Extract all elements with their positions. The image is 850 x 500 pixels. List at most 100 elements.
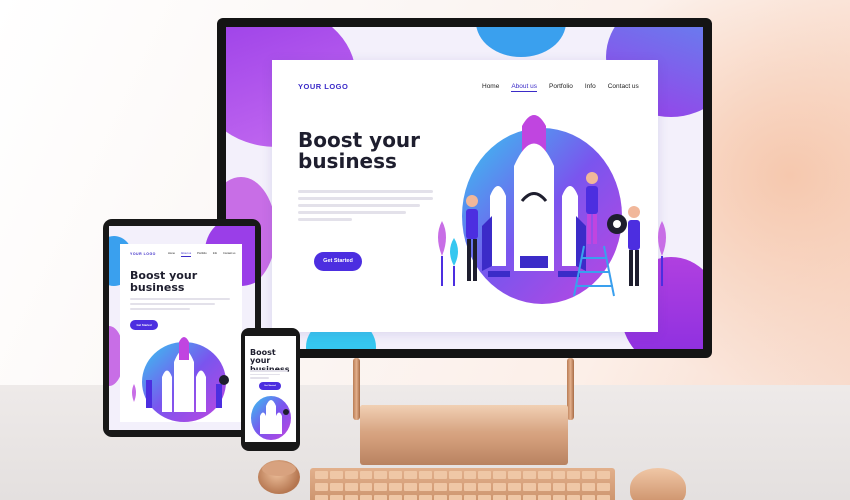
tablet-hero-line-1: Boost your [130, 269, 198, 282]
keyboard-key [522, 471, 536, 479]
tablet-hero-line-2: business [130, 280, 185, 294]
keyboard-key [329, 495, 343, 500]
site-nav: Home About us Portfolio Info Contact us [482, 83, 639, 92]
keyboard-key [463, 483, 477, 491]
tablet-logo[interactable]: YOUR LOGO [130, 252, 156, 256]
keyboard-key [315, 471, 328, 479]
phone-hero-line-1: Boost your [250, 348, 276, 366]
desktop-monitor: YOUR LOGO Home About us Portfolio Info C… [217, 18, 712, 358]
tablet-landing-page: YOUR LOGO Home About us Portfolio Info C… [120, 244, 242, 422]
keyboard-key [478, 495, 492, 500]
keyboard-key [493, 471, 507, 479]
phone-rocket-illustration [251, 396, 291, 440]
keyboard-key [433, 495, 447, 500]
keyboard-key [359, 483, 373, 491]
hero-headline: Boost your business [298, 130, 420, 172]
stand-arm-right [567, 358, 574, 420]
monitor-base [360, 405, 568, 465]
keyboard-key [567, 483, 581, 491]
keyboard-key [418, 471, 432, 479]
keyboard-key [478, 483, 492, 491]
nav-portfolio[interactable]: Portfolio [549, 83, 573, 92]
mouse [630, 468, 686, 500]
phone-paragraph [250, 370, 288, 383]
tablet-screen: YOUR LOGO Home About us Portfolio Info C… [109, 226, 255, 430]
keyboard-key [389, 471, 403, 479]
keyboard-key [344, 471, 358, 479]
keyboard-key [567, 471, 581, 479]
nav-info[interactable]: Info [585, 83, 596, 92]
keyboard-key [552, 471, 566, 479]
keyboard-key [552, 483, 566, 491]
keyboard-key [374, 495, 388, 500]
bg-blob-blue [476, 27, 566, 57]
keyboard-key [508, 471, 521, 479]
keyboard-key [582, 483, 596, 491]
keyboard-key [418, 495, 432, 500]
phone-device: Boost your business Get Started [241, 328, 300, 451]
get-started-button[interactable]: Get Started [314, 252, 362, 271]
keyboard [310, 468, 615, 500]
site-logo[interactable]: YOUR LOGO [298, 82, 348, 91]
keyboard-key [597, 483, 610, 491]
keyboard-key [448, 471, 462, 479]
keyboard-key [359, 495, 373, 500]
keyboard-key [389, 495, 403, 500]
tablet-paragraph [130, 298, 230, 314]
keyboard-key [329, 483, 343, 491]
tablet-nav-home[interactable]: Home [168, 252, 175, 257]
tablet-hero-headline: Boost your business [130, 270, 197, 293]
keyboard-key [522, 495, 536, 500]
tablet-nav-portfolio[interactable]: Portfolio [197, 252, 207, 257]
keyboard-key [374, 483, 388, 491]
keyboard-key [463, 471, 477, 479]
nav-about-us[interactable]: About us [511, 83, 538, 92]
rocket-illustration [438, 115, 666, 304]
surface-dial [258, 460, 300, 494]
keyboard-key [404, 495, 417, 500]
keyboard-key [508, 495, 521, 500]
tablet-nav-info[interactable]: Info [213, 252, 217, 257]
tablet-rocket-illustration [132, 337, 229, 422]
keyboard-key [582, 495, 596, 500]
tablet-get-started-button[interactable]: Get Started [130, 320, 158, 330]
keyboard-key [522, 483, 536, 491]
stand-arm-left [353, 358, 360, 420]
tablet-device: YOUR LOGO Home About us Portfolio Info C… [103, 219, 261, 437]
keyboard-key [389, 483, 403, 491]
keyboard-key [374, 471, 388, 479]
keyboard-key [597, 471, 610, 479]
keyboard-key [537, 471, 551, 479]
keyboard-key [493, 483, 507, 491]
keyboard-key [537, 495, 551, 500]
keyboard-key [329, 471, 343, 479]
keyboard-key [567, 495, 581, 500]
nav-home[interactable]: Home [482, 83, 499, 92]
nav-contact-us[interactable]: Contact us [608, 83, 639, 92]
keyboard-key [597, 495, 610, 500]
keyboard-key [433, 483, 447, 491]
keyboard-key [448, 483, 462, 491]
person-right [628, 206, 640, 286]
keyboard-key [478, 471, 492, 479]
keyboard-key [344, 495, 358, 500]
keyboard-key [508, 483, 521, 491]
keyboard-key [463, 495, 477, 500]
keyboard-key [448, 495, 462, 500]
hero-line-2: business [298, 149, 397, 173]
tablet-nav-contact-us[interactable]: Contact us [223, 252, 235, 257]
keyboard-key [344, 483, 358, 491]
tablet-nav-about-us[interactable]: About us [180, 252, 192, 257]
gear-icon [607, 214, 627, 234]
phone-screen: Boost your business Get Started [245, 336, 296, 442]
keyboard-key [493, 495, 507, 500]
keyboard-key [404, 483, 417, 491]
keyboard-key [552, 495, 566, 500]
keyboard-key [582, 471, 596, 479]
keyboard-key [404, 471, 417, 479]
landing-page: YOUR LOGO Home About us Portfolio Info C… [272, 60, 666, 332]
keyboard-key [315, 495, 328, 500]
tablet-nav: Home About us Portfolio Info Contact us [168, 252, 235, 257]
hero-line-1: Boost your [298, 128, 421, 152]
phone-get-started-button[interactable]: Get Started [259, 382, 281, 390]
